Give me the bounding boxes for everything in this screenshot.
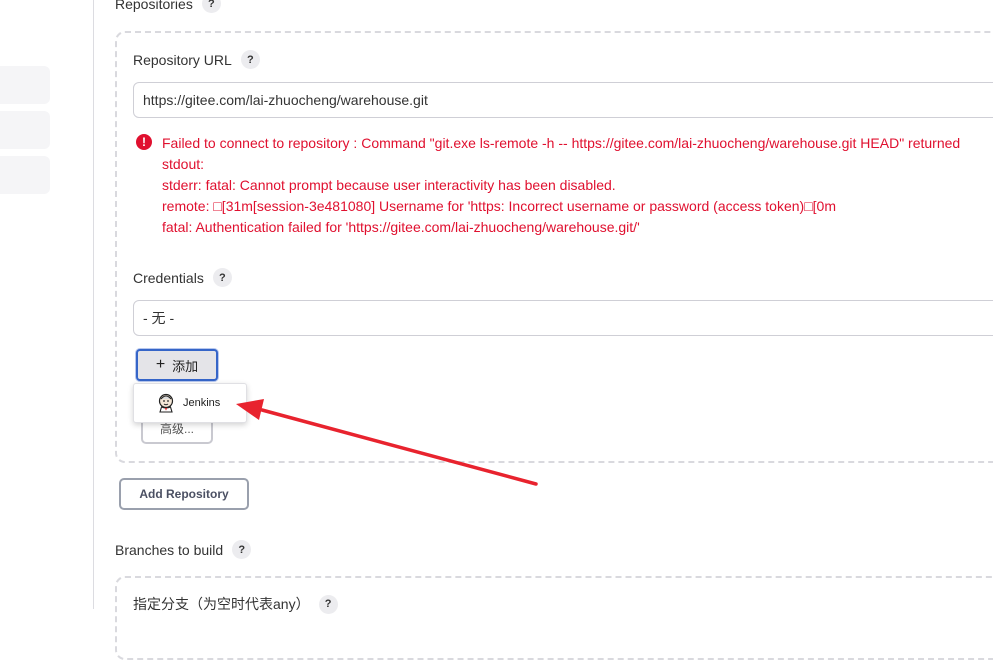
add-credentials-dropdown: Jenkins [133,383,247,423]
nav-item-ghost[interactable] [0,156,50,194]
branch-specifier-label-text: 指定分支（为空时代表any） [133,596,310,612]
nav-item-ghost[interactable] [0,66,50,104]
error-line: stdout: [162,156,205,172]
repository-url-help-icon[interactable]: ? [240,50,260,69]
jenkins-icon [158,393,174,413]
repository-url-input[interactable] [133,82,993,118]
branch-specifier-label: 指定分支（为空时代表any） ? [133,594,338,614]
error-icon: ! [136,134,152,150]
repository-url-label: Repository URL ? [133,50,260,69]
repositories-section-label: Repositories ? [115,0,221,13]
credentials-select[interactable] [133,300,993,336]
plus-icon: + [155,356,166,373]
dropdown-item-jenkins[interactable]: Jenkins [157,393,220,413]
branch-specifier-help-icon[interactable]: ? [318,594,338,614]
repositories-label-text: Repositories [115,0,193,12]
credentials-help-icon[interactable]: ? [212,268,232,287]
add-repository-button[interactable]: Add Repository [119,478,249,510]
repositories-help-icon[interactable]: ? [201,0,221,13]
branches-help-icon[interactable]: ? [232,540,252,559]
error-line: fatal: Authentication failed for 'https:… [162,219,640,235]
error-line: Failed to connect to repository : Comman… [162,135,961,151]
error-line: remote: □[31m[session-3e481080] Username… [162,198,836,214]
branches-label-text: Branches to build [115,541,224,558]
branches-section-label: Branches to build ? [115,540,252,559]
add-credentials-label: 添加 [172,358,199,374]
left-nav [0,0,52,609]
credentials-label: Credentials ? [133,268,232,287]
content-divider [93,0,94,609]
nav-item-ghost[interactable] [0,111,50,149]
dropdown-item-jenkins-label: Jenkins [183,397,221,409]
repository-url-label-text: Repository URL [133,51,232,68]
credentials-label-text: Credentials [133,269,204,286]
branch-config-box [115,576,993,660]
add-credentials-button[interactable]: + 添加 [136,349,218,381]
error-line: stderr: fatal: Cannot prompt because use… [162,177,616,193]
